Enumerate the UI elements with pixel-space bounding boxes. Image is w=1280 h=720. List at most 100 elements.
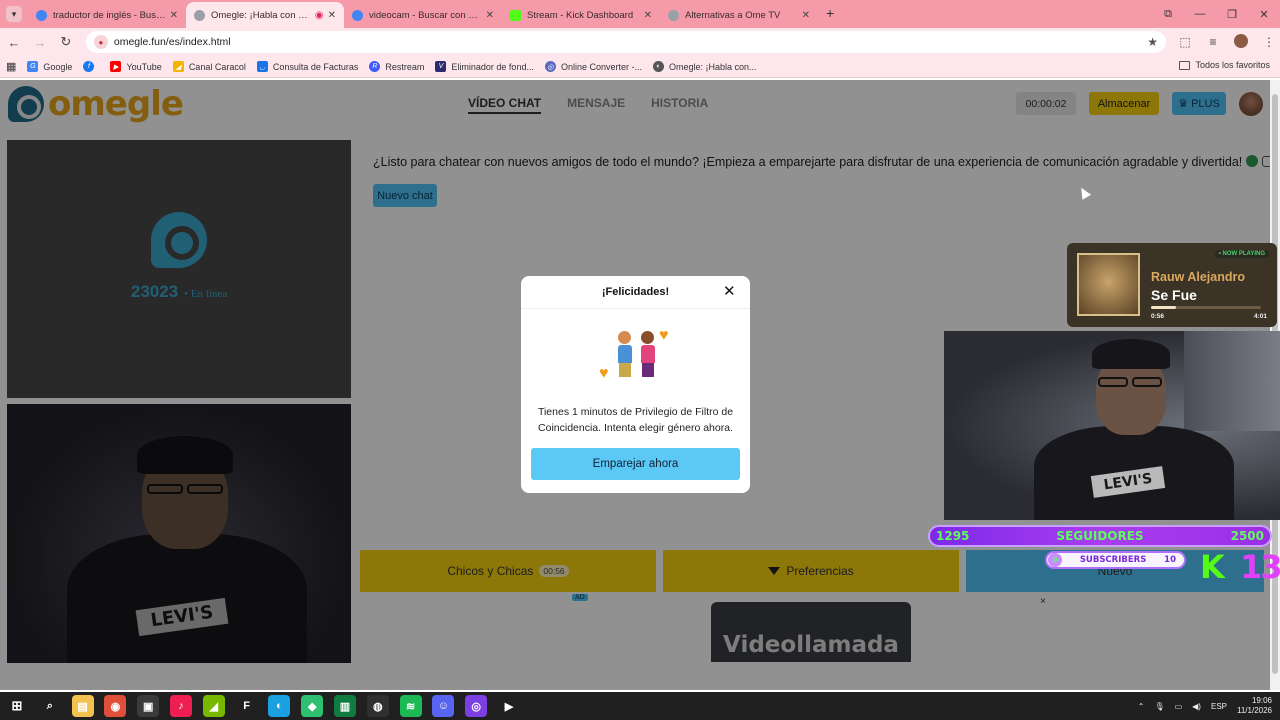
close-icon[interactable]: ✕ (328, 10, 336, 21)
search-icon[interactable]: ⌕ (38, 695, 61, 717)
extensions-popup-icon[interactable]: ⧉ (1152, 8, 1184, 21)
bookmark-converter[interactable]: ◎ Online Converter -... (544, 61, 642, 72)
volume-icon[interactable]: ◀) (1192, 702, 1201, 711)
game-icon[interactable]: ◆ (301, 695, 324, 717)
remover-icon: V (435, 61, 447, 72)
obs-icon[interactable]: ◍ (366, 695, 389, 717)
windows-start-icon[interactable]: ⊞ (6, 695, 28, 717)
close-icon[interactable]: ✕ (802, 10, 810, 21)
bookmark-label: Restream (385, 61, 425, 72)
followers-goal-bar: 1295 SEGUIDORES 2500 (928, 525, 1272, 547)
network-icon[interactable]: ▭ (1175, 702, 1183, 711)
tf-icon[interactable]: F (235, 695, 258, 717)
match-now-button[interactable]: Emparejar ahora (531, 448, 740, 480)
chrome-icon[interactable]: ◉ (104, 695, 127, 717)
all-bookmarks-label: Todos los favoritos (1195, 60, 1270, 70)
followers-current: 1295 (936, 529, 970, 543)
bookmark-invoices[interactable]: ◡ Consulta de Facturas (256, 61, 359, 72)
bookmark-label: YouTube (126, 61, 162, 72)
close-icon[interactable]: ✕ (170, 10, 178, 21)
bookmark-facebook[interactable]: f (83, 61, 99, 72)
invoice-icon: ◡ (256, 61, 268, 72)
apps-icon[interactable]: ▦ (6, 60, 16, 73)
address-bar[interactable]: ● omegle.fun/es/index.html ★ (85, 31, 1166, 53)
followers-label: SEGUIDORES (1056, 529, 1144, 543)
bookmark-label: Consulta de Facturas (272, 61, 359, 72)
camera-permission-icon[interactable]: ● (93, 35, 108, 49)
nvidia-icon[interactable]: ◢ (202, 695, 225, 717)
bookmark-label: Google (43, 61, 73, 72)
tab-videocam[interactable]: videocam - Buscar con Google ✕ (344, 2, 502, 28)
album-cover (1077, 253, 1140, 316)
streamer-person-image: LEVI'S (1024, 331, 1264, 520)
all-bookmarks[interactable]: Todos los favoritos (1179, 60, 1270, 70)
spotify-icon[interactable]: ≋ (399, 695, 422, 717)
subs-goal: 10 (1164, 555, 1176, 565)
window-controls: ⧉ — ❐ ✕ (1152, 0, 1280, 28)
bookmark-star-icon[interactable]: ★ (1147, 35, 1158, 49)
omegle-icon: ◐ (652, 61, 664, 72)
restore-icon[interactable]: ❐ (1216, 8, 1248, 21)
tiktok-icon[interactable]: ♪ (169, 695, 192, 717)
close-icon[interactable]: ✕ (486, 10, 494, 21)
call-of-duty-icon[interactable]: ▣ (137, 695, 160, 717)
microphone-icon[interactable]: 🎙 (1154, 702, 1164, 711)
system-tray: ⌃ 🎙 ▭ ◀) ESP 19:06 11/1/2026 (1138, 692, 1272, 720)
song-progress-fill (1151, 306, 1177, 309)
tab-title: videocam - Buscar con Google (369, 9, 482, 21)
bookmark-omegle[interactable]: ◐ Omegle: ¡Habla con... (652, 61, 757, 72)
minimize-icon[interactable]: — (1184, 8, 1216, 20)
bookmark-caracol[interactable]: ◢ Canal Caracol (172, 61, 246, 72)
dialog-title: ¡Felicidades! (601, 286, 670, 298)
now-playing-tag: • NOW PLAYING (1214, 250, 1269, 258)
url-text[interactable]: omegle.fun/es/index.html (114, 36, 1147, 48)
tab-omegle[interactable]: Omegle: ¡Habla con Descor ◉ ✕ (186, 2, 344, 28)
kick-icon[interactable]: ▶ (497, 695, 520, 717)
profile-avatar[interactable] (1230, 33, 1252, 51)
close-icon[interactable]: ✕ (723, 282, 736, 300)
tab-title: Alternativas a Ome TV (685, 9, 781, 21)
subs-current: 0 (1048, 553, 1062, 567)
edge-icon[interactable]: ◐ (268, 695, 291, 717)
clock[interactable]: 19:06 11/1/2026 (1237, 696, 1272, 716)
recording-icon: ◉ (314, 9, 324, 21)
language-indicator[interactable]: ESP (1211, 702, 1227, 711)
bookmark-youtube[interactable]: ▶ YouTube (110, 61, 162, 72)
extensions-icon[interactable]: ⬚ (1174, 35, 1196, 49)
terminal-icon[interactable]: ▥ (333, 695, 356, 717)
streamlabs-icon[interactable]: ◎ (465, 695, 488, 717)
bookmark-label: Online Converter -... (560, 61, 642, 72)
bookmark-google[interactable]: G Google (27, 61, 72, 72)
close-window-icon[interactable]: ✕ (1248, 8, 1280, 21)
facebook-icon: f (83, 61, 95, 72)
tab-translator[interactable]: traductor de inglés - Buscar con ✕ (28, 2, 186, 28)
menu-icon[interactable]: ⋮ (1258, 35, 1280, 49)
file-explorer-icon[interactable]: ▤ (71, 695, 94, 717)
bookmarks-bar: ▦ G Google f ▶ YouTube ◢ Canal Caracol ◡ Con… (0, 56, 1280, 78)
bookmark-label: Canal Caracol (188, 61, 246, 72)
bookmark-remover[interactable]: V Eliminador de fond... (435, 61, 534, 72)
tab-search-button[interactable]: ▾ (6, 6, 22, 22)
back-icon[interactable]: ← (2, 35, 26, 50)
new-tab-button[interactable]: + (826, 5, 834, 21)
total-time: 4:01 (1254, 313, 1268, 320)
tab-alternatives[interactable]: Alternativas a Ome TV ✕ (660, 2, 818, 28)
tab-title: traductor de inglés - Buscar con (53, 9, 166, 21)
song-title: Se Fue (1151, 287, 1197, 303)
close-icon[interactable]: ✕ (644, 10, 652, 21)
bookmark-restream[interactable]: R Restream (369, 61, 424, 72)
caracol-icon: ◢ (172, 61, 184, 72)
omegle-icon (194, 9, 205, 21)
discord-icon[interactable]: ☺ (432, 695, 455, 717)
forward-icon[interactable]: → (28, 35, 52, 50)
reload-icon[interactable]: ↻ (54, 34, 78, 50)
kick-counter: 13 (1240, 548, 1280, 586)
tray-overflow-icon[interactable]: ⌃ (1138, 702, 1145, 711)
tab-strip: ▾ traductor de inglés - Buscar con ✕ Ome… (0, 0, 1280, 28)
song-progress-bar (1151, 306, 1261, 309)
globe-icon (668, 9, 679, 21)
tab-title: Stream - Kick Dashboard (527, 9, 634, 21)
windows-taskbar: ⊞ ⌕ ▤ ◉ ▣ ♪ ◢ F ◐ ◆ ▥ ◍ ≋ ☺ ◎ ▶ ⌃ 🎙 ▭ ◀) ESP 19:06 11/1… (0, 692, 1280, 720)
tab-kick-dashboard[interactable]: Stream - Kick Dashboard ✕ (502, 2, 660, 28)
media-controls-icon[interactable]: ≡ (1202, 35, 1224, 49)
